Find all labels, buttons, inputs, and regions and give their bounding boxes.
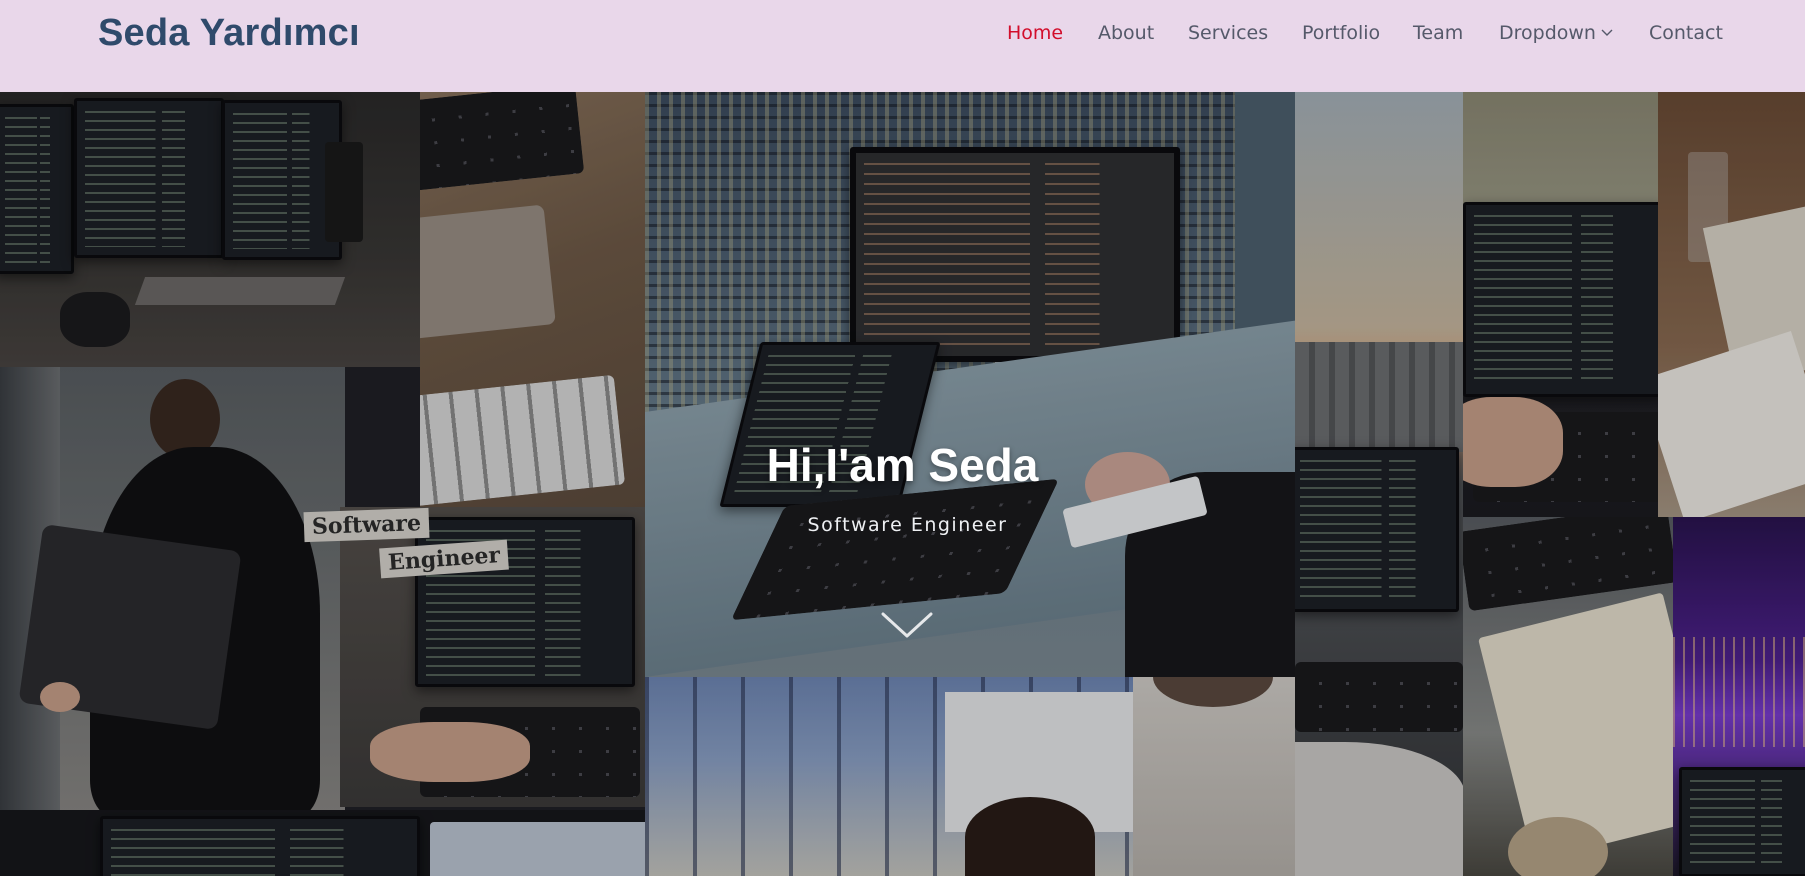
nav-dropdown[interactable]: Dropdown xyxy=(1499,22,1614,44)
hero-subtitle: Software Engineer xyxy=(807,514,1008,536)
nav-team[interactable]: Team xyxy=(1413,22,1463,44)
nav-services[interactable]: Services xyxy=(1188,22,1268,44)
chevron-down-icon[interactable] xyxy=(879,610,935,642)
nav-portfolio[interactable]: Portfolio xyxy=(1302,22,1380,44)
main-nav: Home About Services Portfolio Team Dropd… xyxy=(0,22,1805,52)
site-header: Seda Yardımcı Home About Services Portfo… xyxy=(0,0,1805,92)
hero-title: Hi,I'am Seda xyxy=(766,439,1039,491)
chevron-down-icon xyxy=(1601,29,1613,36)
hero-section: Software Engineer Hi,I'am Seda Software … xyxy=(0,92,1805,876)
nav-home[interactable]: Home xyxy=(1007,22,1063,44)
nav-contact[interactable]: Contact xyxy=(1649,22,1723,44)
nav-about[interactable]: About xyxy=(1098,22,1154,44)
nav-dropdown-label: Dropdown xyxy=(1499,22,1596,44)
